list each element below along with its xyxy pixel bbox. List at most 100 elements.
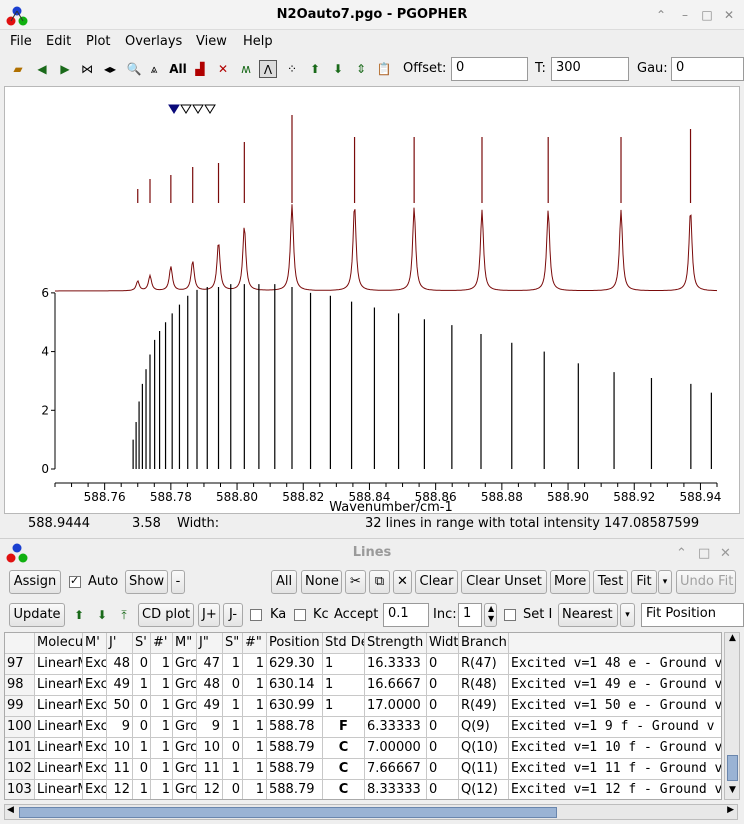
zoom-magnifier-icon[interactable]: 🔍 bbox=[125, 60, 143, 78]
fit-dropdown-icon[interactable]: ▾ bbox=[658, 570, 672, 594]
row-header[interactable]: 102 bbox=[5, 759, 35, 780]
table-cell[interactable]: 0 bbox=[427, 780, 459, 799]
table-cell[interactable]: 1 bbox=[243, 759, 267, 780]
table-cell[interactable]: 629.30 bbox=[267, 654, 323, 675]
table-cell[interactable]: 1 bbox=[243, 675, 267, 696]
table-cell[interactable]: R(49) bbox=[459, 696, 509, 717]
table-cell[interactable]: Exc bbox=[83, 780, 107, 799]
table-cell[interactable]: 1 bbox=[151, 696, 173, 717]
accept-input[interactable]: 0.1 bbox=[383, 603, 429, 627]
table-cell[interactable]: 0 bbox=[133, 717, 151, 738]
table-cell[interactable]: 1 bbox=[223, 717, 243, 738]
table-cell[interactable]: 588.79 bbox=[267, 738, 323, 759]
table-cell[interactable]: Grc bbox=[173, 738, 197, 759]
close-icon[interactable]: ✕ bbox=[722, 8, 736, 22]
row-header[interactable]: 99 bbox=[5, 696, 35, 717]
table-cell[interactable]: 0 bbox=[223, 780, 243, 799]
j-plus-button[interactable]: J+ bbox=[198, 603, 220, 627]
table-cell[interactable]: 16.3333 bbox=[365, 654, 427, 675]
column-header[interactable]: Position bbox=[267, 633, 323, 654]
column-header[interactable] bbox=[5, 633, 35, 654]
menu-overlays[interactable]: Overlays bbox=[125, 34, 182, 49]
table-cell[interactable]: Excited v=1 48 e - Ground v bbox=[509, 654, 721, 675]
menu-view[interactable]: View bbox=[196, 34, 227, 49]
table-cell[interactable]: C bbox=[323, 759, 365, 780]
table-cell[interactable]: LinearM bbox=[35, 759, 83, 780]
expand-icon[interactable]: ◂▸ bbox=[101, 60, 119, 78]
table-cell[interactable]: LinearM bbox=[35, 675, 83, 696]
column-header[interactable]: J" bbox=[197, 633, 223, 654]
table-cell[interactable]: C bbox=[323, 738, 365, 759]
table-cell[interactable]: 1 bbox=[223, 654, 243, 675]
table-cell[interactable]: Q(11) bbox=[459, 759, 509, 780]
table-cell[interactable]: 49 bbox=[107, 675, 133, 696]
clipboard-icon[interactable]: 📋 bbox=[375, 60, 393, 78]
menu-edit[interactable]: Edit bbox=[46, 34, 71, 49]
peak-find-icon[interactable]: ⩓ bbox=[145, 60, 163, 78]
table-cell[interactable]: 48 bbox=[107, 654, 133, 675]
table-cell[interactable]: 1 bbox=[151, 675, 173, 696]
scatter-icon[interactable]: ⁘ bbox=[283, 60, 301, 78]
move-up-icon[interactable]: ⬆ bbox=[70, 606, 88, 624]
column-header[interactable]: M' bbox=[83, 633, 107, 654]
bar-chart-icon[interactable]: ▟ bbox=[191, 60, 209, 78]
table-cell[interactable]: 1 bbox=[133, 675, 151, 696]
lines-table[interactable]: Molecu M' J' S' #' M" J" S" #" Position Std De Stre… bbox=[4, 632, 722, 800]
move-top-icon[interactable]: ⤒ bbox=[115, 606, 133, 624]
arrow-left-icon[interactable]: ◀ bbox=[33, 60, 51, 78]
cd-plot-button[interactable]: CD plot bbox=[138, 603, 194, 627]
table-cell[interactable]: Q(9) bbox=[459, 717, 509, 738]
table-cell[interactable]: 1 bbox=[223, 759, 243, 780]
table-cell[interactable]: 7.66667 bbox=[365, 759, 427, 780]
table-cell[interactable]: 1 bbox=[243, 738, 267, 759]
table-cell[interactable]: 0 bbox=[427, 696, 459, 717]
table-cell[interactable]: 1 bbox=[243, 696, 267, 717]
table-cell[interactable]: 10 bbox=[197, 738, 223, 759]
table-cell[interactable]: LinearM bbox=[35, 696, 83, 717]
select-all-button[interactable]: All bbox=[271, 570, 297, 594]
table-cell[interactable]: 1 bbox=[151, 654, 173, 675]
arrow-up-icon[interactable]: ⬆ bbox=[306, 60, 324, 78]
table-cell[interactable]: Exc bbox=[83, 717, 107, 738]
minimize-icon[interactable]: – bbox=[678, 8, 692, 22]
table-cell[interactable]: Excited v=1 9 f - Ground v bbox=[509, 717, 721, 738]
copy-icon[interactable]: ⧉ bbox=[369, 570, 390, 594]
table-cell[interactable]: Excited v=1 49 e - Ground v bbox=[509, 675, 721, 696]
table-cell[interactable]: 1 bbox=[151, 759, 173, 780]
table-cell[interactable]: Exc bbox=[83, 696, 107, 717]
show-button[interactable]: Show bbox=[125, 570, 168, 594]
table-cell[interactable]: 0 bbox=[427, 717, 459, 738]
offset-input[interactable]: 0 bbox=[451, 57, 528, 81]
clear-button[interactable]: Clear bbox=[415, 570, 458, 594]
table-cell[interactable]: Q(10) bbox=[459, 738, 509, 759]
table-cell[interactable]: 1 bbox=[243, 780, 267, 799]
row-header[interactable]: 97 bbox=[5, 654, 35, 675]
table-cell[interactable]: 1 bbox=[151, 717, 173, 738]
cross-icon[interactable]: ✕ bbox=[214, 60, 232, 78]
inc-spinner-icon[interactable]: ▲ ▼ bbox=[484, 603, 497, 627]
column-header[interactable]: S' bbox=[133, 633, 151, 654]
table-cell[interactable]: 7.00000 bbox=[365, 738, 427, 759]
table-cell[interactable]: Grc bbox=[173, 780, 197, 799]
table-cell[interactable]: 11 bbox=[197, 759, 223, 780]
table-cell[interactable]: 1 bbox=[323, 696, 365, 717]
table-cell[interactable]: 1 bbox=[323, 675, 365, 696]
table-cell[interactable]: 8.33333 bbox=[365, 780, 427, 799]
table-cell[interactable]: 11 bbox=[107, 759, 133, 780]
column-header[interactable]: J' bbox=[107, 633, 133, 654]
table-cell[interactable]: 1 bbox=[151, 738, 173, 759]
table-cell[interactable]: 0 bbox=[133, 654, 151, 675]
table-cell[interactable]: 1 bbox=[243, 654, 267, 675]
table-cell[interactable]: 1 bbox=[151, 780, 173, 799]
menu-file[interactable]: File bbox=[10, 34, 32, 49]
row-header[interactable]: 101 bbox=[5, 738, 35, 759]
table-cell[interactable]: 1 bbox=[243, 717, 267, 738]
table-cell[interactable]: Grc bbox=[173, 696, 197, 717]
table-cell[interactable]: 48 bbox=[197, 675, 223, 696]
horizontal-scrollbar[interactable]: ◀ ▶ bbox=[4, 804, 738, 820]
column-header[interactable]: #' bbox=[151, 633, 173, 654]
open-folder-icon[interactable]: ▰ bbox=[9, 60, 27, 78]
table-cell[interactable]: 6.33333 bbox=[365, 717, 427, 738]
table-cell[interactable]: Exc bbox=[83, 675, 107, 696]
table-cell[interactable]: 0 bbox=[427, 675, 459, 696]
